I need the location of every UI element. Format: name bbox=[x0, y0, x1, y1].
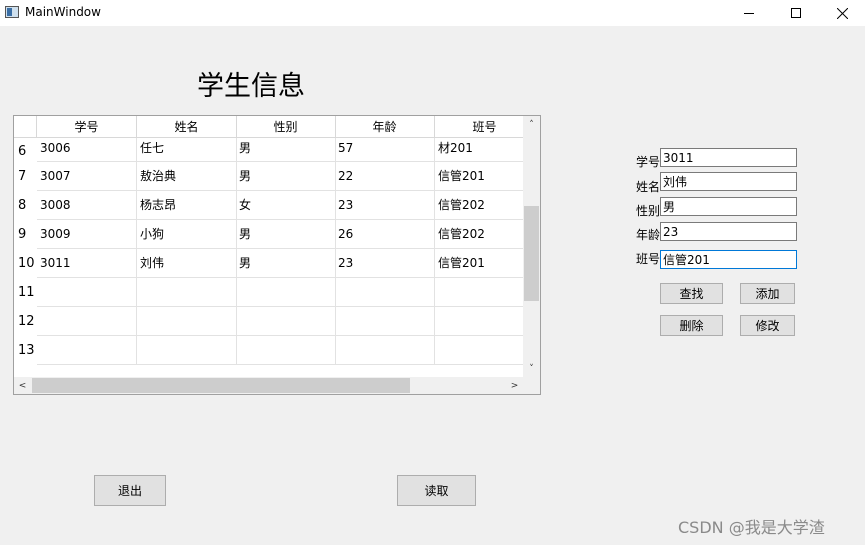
window-title: MainWindow bbox=[25, 5, 101, 19]
row-header[interactable]: 7 bbox=[14, 162, 37, 191]
close-button[interactable] bbox=[819, 0, 865, 26]
read-button[interactable]: 读取 bbox=[397, 475, 476, 506]
row-header[interactable]: 11 bbox=[14, 278, 37, 307]
delete-button[interactable]: 删除 bbox=[660, 315, 723, 336]
column-header-age[interactable]: 年龄 bbox=[335, 116, 435, 138]
table-cell-name[interactable]: 任七 bbox=[137, 138, 237, 162]
label-student-id: 学号 bbox=[636, 155, 661, 169]
table-cell-class[interactable]: 信管202 bbox=[435, 220, 523, 249]
table-cell-class[interactable]: 信管202 bbox=[435, 191, 523, 220]
page-title: 学生信息 bbox=[197, 71, 305, 102]
table-cell-class[interactable] bbox=[435, 336, 523, 365]
title-bar: MainWindow bbox=[0, 0, 865, 26]
table-cell-class[interactable] bbox=[435, 278, 523, 307]
label-name: 姓名 bbox=[636, 180, 661, 194]
exit-button[interactable]: 退出 bbox=[94, 475, 166, 506]
table-cell-age[interactable]: 26 bbox=[335, 220, 435, 249]
vertical-scrollbar[interactable]: ˄ ˅ bbox=[523, 116, 540, 377]
table-cell-gender[interactable]: 男 bbox=[236, 138, 336, 162]
table-cell-name[interactable] bbox=[137, 307, 237, 336]
column-header-student-id[interactable]: 学号 bbox=[37, 116, 137, 138]
scrollbar-corner bbox=[523, 377, 540, 394]
table-cell-age[interactable]: 57 bbox=[335, 138, 435, 162]
watermark: CSDN @我是大学渣 bbox=[678, 518, 825, 537]
table-cell-student-id[interactable] bbox=[37, 278, 137, 307]
maximize-button[interactable] bbox=[773, 0, 819, 26]
row-header[interactable]: 10 bbox=[14, 249, 37, 278]
student-table[interactable]: 学号 姓名 性别 年龄 班号 6 3006 任七男 57 材201 7 3007 敖治典男 22 信管201… bbox=[13, 115, 541, 395]
table-cell-name[interactable]: 小狗 bbox=[137, 220, 237, 249]
table-cell-student-id[interactable]: 3009 bbox=[37, 220, 137, 249]
label-age: 年龄 bbox=[636, 228, 661, 242]
age-input[interactable] bbox=[660, 222, 797, 241]
add-button[interactable]: 添加 bbox=[740, 283, 795, 304]
table-cell-gender[interactable] bbox=[236, 278, 336, 307]
app-window-icon bbox=[5, 6, 19, 18]
table-cell-name[interactable]: 敖治典 bbox=[137, 162, 237, 191]
scroll-down-arrow-icon[interactable]: ˅ bbox=[524, 361, 539, 376]
table-cell-class[interactable]: 信管201 bbox=[435, 249, 523, 278]
table-cell-name[interactable]: 刘伟 bbox=[137, 249, 237, 278]
row-header[interactable]: 6 bbox=[14, 138, 37, 162]
search-button[interactable]: 查找 bbox=[660, 283, 723, 304]
table-cell-gender[interactable]: 男 bbox=[236, 162, 336, 191]
table-cell-class[interactable]: 材201 bbox=[435, 138, 523, 162]
table-cell-student-id[interactable]: 3007 bbox=[37, 162, 137, 191]
table-cell-gender[interactable] bbox=[236, 307, 336, 336]
label-gender: 性别 bbox=[636, 204, 661, 218]
class-input[interactable] bbox=[660, 250, 797, 269]
column-header-gender[interactable]: 性别 bbox=[236, 116, 336, 138]
maximize-icon bbox=[791, 8, 801, 18]
column-header-name[interactable]: 姓名 bbox=[137, 116, 237, 138]
scroll-right-arrow-icon[interactable]: > bbox=[507, 378, 522, 393]
table-viewport: 学号 姓名 性别 年龄 班号 6 3006 任七男 57 材201 7 3007 敖治典男 22 信管201… bbox=[14, 116, 523, 377]
row-header[interactable]: 12 bbox=[14, 307, 37, 336]
table-cell-student-id[interactable] bbox=[37, 307, 137, 336]
label-class: 班号 bbox=[636, 252, 661, 266]
table-cell-student-id[interactable]: 3008 bbox=[37, 191, 137, 220]
table-cell-age[interactable]: 22 bbox=[335, 162, 435, 191]
table-cell-age[interactable]: 23 bbox=[335, 191, 435, 220]
table-cell-gender[interactable]: 男 bbox=[236, 249, 336, 278]
table-corner bbox=[14, 116, 37, 138]
horizontal-scroll-thumb[interactable] bbox=[32, 378, 410, 393]
vertical-scroll-thumb[interactable] bbox=[524, 206, 539, 301]
name-input[interactable] bbox=[660, 172, 797, 191]
student-id-input[interactable] bbox=[660, 148, 797, 167]
table-cell-class[interactable] bbox=[435, 307, 523, 336]
table-cell-class[interactable]: 信管201 bbox=[435, 162, 523, 191]
gender-input[interactable] bbox=[660, 197, 797, 216]
column-header-class[interactable]: 班号 bbox=[435, 116, 523, 138]
table-cell-name[interactable] bbox=[137, 336, 237, 365]
table-cell-student-id[interactable]: 3006 bbox=[37, 138, 137, 162]
table-cell-student-id[interactable]: 3011 bbox=[37, 249, 137, 278]
table-cell-age[interactable] bbox=[335, 336, 435, 365]
horizontal-scrollbar[interactable]: < > bbox=[14, 377, 523, 394]
scroll-left-arrow-icon[interactable]: < bbox=[15, 378, 30, 393]
row-header[interactable]: 8 bbox=[14, 191, 37, 220]
table-cell-gender[interactable] bbox=[236, 336, 336, 365]
table-cell-student-id[interactable] bbox=[37, 336, 137, 365]
row-header[interactable]: 9 bbox=[14, 220, 37, 249]
table-cell-name[interactable] bbox=[137, 278, 237, 307]
table-cell-age[interactable]: 23 bbox=[335, 249, 435, 278]
table-cell-gender[interactable]: 女 bbox=[236, 191, 336, 220]
modify-button[interactable]: 修改 bbox=[740, 315, 795, 336]
scroll-up-arrow-icon[interactable]: ˄ bbox=[524, 117, 539, 132]
table-cell-age[interactable] bbox=[335, 278, 435, 307]
minimize-button[interactable] bbox=[726, 0, 772, 26]
minimize-icon bbox=[744, 13, 754, 14]
table-cell-name[interactable]: 杨志昂 bbox=[137, 191, 237, 220]
table-cell-gender[interactable]: 男 bbox=[236, 220, 336, 249]
table-cell-age[interactable] bbox=[335, 307, 435, 336]
row-header[interactable]: 13 bbox=[14, 336, 37, 365]
close-icon bbox=[836, 7, 848, 19]
